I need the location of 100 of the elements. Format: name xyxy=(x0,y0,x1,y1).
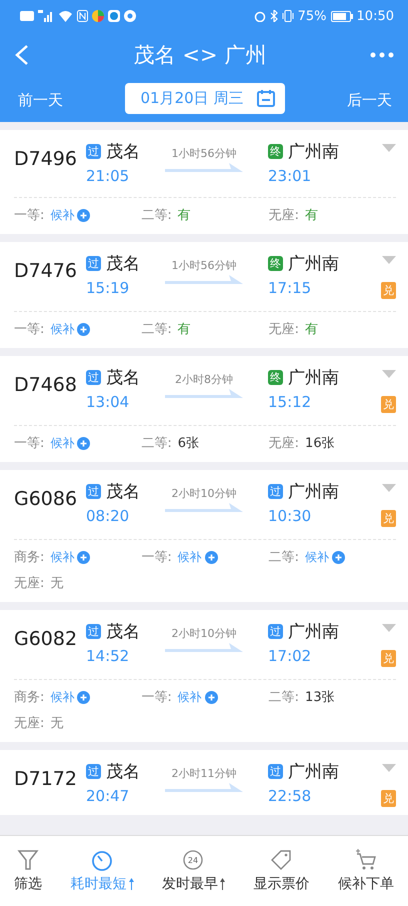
arrival-time: 17:02 xyxy=(268,647,312,665)
previous-day-button[interactable]: 前一天 xyxy=(18,90,63,110)
dropdown-icon[interactable] xyxy=(382,624,396,632)
train-card[interactable]: D7476 过 茂名 15:19 1小时56分钟 终 广州南 17:15 兑 一等: 候补 二等: 有 无座: 有 xyxy=(0,242,408,348)
waitlist-link[interactable]: 候补 xyxy=(178,688,202,706)
app-icon xyxy=(108,10,120,22)
sort-tab[interactable]: 耗时最短 xyxy=(70,845,134,897)
station-tag: 过 xyxy=(86,144,101,159)
departure-station: 茂名 xyxy=(106,621,140,643)
dropdown-icon[interactable] xyxy=(382,256,396,264)
sort-tab[interactable]: 24 发时最早 xyxy=(162,845,225,897)
exchange-badge: 兑 xyxy=(381,396,396,413)
alarm-icon xyxy=(254,10,266,22)
waitlist-link[interactable]: 候补 xyxy=(50,320,74,338)
travel-duration: 2小时11分钟 xyxy=(172,766,236,781)
departure-time: 21:05 xyxy=(86,167,130,185)
train-card[interactable]: D7172 过 茂名 20:47 2小时11分钟 过 广州南 22:58 兑 xyxy=(0,750,408,815)
seat-class: 二等: xyxy=(268,549,300,566)
sort-tab[interactable]: 候补下单 xyxy=(338,845,394,897)
add-icon[interactable] xyxy=(77,208,90,222)
arrival-time: 17:15 xyxy=(268,279,312,297)
seat-class: 二等: xyxy=(268,689,300,706)
sort-tab[interactable]: 筛选 xyxy=(14,845,42,897)
calendar-icon[interactable] xyxy=(257,89,276,107)
add-icon[interactable] xyxy=(204,690,218,704)
seat-class: 二等: xyxy=(141,207,172,224)
add-icon[interactable] xyxy=(77,550,90,564)
next-day-button[interactable]: 后一天 xyxy=(346,90,392,110)
seat-class: 一等: xyxy=(141,549,172,566)
arrival-station: 广州南 xyxy=(288,367,339,389)
seat-availability: 无 xyxy=(50,715,64,732)
departure-station: 茂名 xyxy=(106,481,140,503)
station-tag: 终 xyxy=(268,144,283,159)
seat-class: 无座: xyxy=(14,575,44,592)
signal-icon xyxy=(38,10,54,22)
seat-class: 一等: xyxy=(14,435,44,452)
waitlist-link[interactable]: 候补 xyxy=(178,548,202,566)
train-card[interactable]: D7468 过 茂名 13:04 2小时8分钟 终 广州南 15:12 兑 一等: 候补 二等: 6张 无座: 16张 xyxy=(0,356,408,462)
waitlist-link[interactable]: 候补 xyxy=(50,548,74,566)
train-number: D7468 xyxy=(14,373,78,396)
arrival-station: 广州南 xyxy=(288,481,339,503)
seat-class: 商务: xyxy=(14,689,44,706)
seat-class: 一等: xyxy=(14,207,44,224)
add-icon[interactable] xyxy=(77,322,90,336)
waitlist-link[interactable]: 候补 xyxy=(50,206,74,224)
waitlist-link[interactable]: 候补 xyxy=(50,434,74,452)
hd-icon xyxy=(20,11,34,21)
seat-class: 无座: xyxy=(268,435,300,452)
train-card[interactable]: D7496 过 茂名 21:05 1小时56分钟 终 广州南 23:01 一等: 候补 二等: 有 无座: 有 xyxy=(0,130,408,234)
arrival-station: 广州南 xyxy=(288,621,339,643)
dropdown-icon[interactable] xyxy=(382,764,396,772)
arrival-station: 广州南 xyxy=(288,253,339,275)
departure-station: 茂名 xyxy=(106,253,140,275)
more-icon[interactable] xyxy=(370,52,394,58)
seat-class: 一等: xyxy=(14,321,44,338)
battery-icon xyxy=(330,10,353,22)
nfc-icon xyxy=(77,10,88,22)
wifi-icon xyxy=(58,10,73,22)
waitlist-link[interactable]: 候补 xyxy=(305,548,330,566)
add-icon[interactable] xyxy=(77,690,90,704)
seat-availability: 13张 xyxy=(305,689,335,706)
departure-station: 茂名 xyxy=(106,141,140,163)
waitlist-link[interactable]: 候补 xyxy=(50,688,74,706)
travel-duration: 2小时10分钟 xyxy=(172,486,236,501)
train-card[interactable]: G6086 过 茂名 08:20 2小时10分钟 过 广州南 10:30 兑 商务: 候补 一等: 候补 二等: 候补 无座: 无 xyxy=(0,470,408,602)
departure-time: 14:52 xyxy=(86,647,130,665)
departure-time: 15:19 xyxy=(86,279,130,297)
station-tag: 终 xyxy=(268,256,283,271)
date-picker[interactable]: 01月20日 周三 xyxy=(124,82,286,114)
seat-class: 无座: xyxy=(268,321,300,338)
travel-duration: 1小时56分钟 xyxy=(172,258,236,273)
add-icon[interactable] xyxy=(77,436,90,450)
back-icon[interactable] xyxy=(14,44,30,66)
train-number: G6082 xyxy=(14,627,78,650)
arrow-icon xyxy=(165,783,243,793)
add-icon[interactable] xyxy=(204,550,218,564)
cart-icon xyxy=(354,849,377,871)
departure-time: 13:04 xyxy=(86,393,130,411)
departure-time: 08:20 xyxy=(86,507,130,525)
seat-class: 一等: xyxy=(141,689,172,706)
sort-tab[interactable]: 显示票价 xyxy=(253,845,310,897)
clock-icon: 24 xyxy=(182,849,204,871)
arrival-station: 广州南 xyxy=(288,141,339,163)
train-card[interactable]: G6082 过 茂名 14:52 2小时10分钟 过 广州南 17:02 兑 商务: 候补 一等: 候补 二等: 13张 无座: 无 xyxy=(0,610,408,742)
dropdown-icon[interactable] xyxy=(382,370,396,378)
add-icon[interactable] xyxy=(332,550,346,564)
arrow-icon xyxy=(165,643,243,653)
dropdown-icon[interactable] xyxy=(382,144,396,152)
dropdown-icon[interactable] xyxy=(382,484,396,492)
arrow-icon xyxy=(165,163,243,173)
seat-availability: 有 xyxy=(305,207,318,224)
app-icon xyxy=(124,10,136,22)
seat-class: 无座: xyxy=(268,207,300,224)
station-tag: 过 xyxy=(86,624,101,639)
arrival-time: 10:30 xyxy=(268,507,312,525)
station-tag: 过 xyxy=(86,764,101,779)
departure-time: 20:47 xyxy=(86,787,130,805)
station-tag: 过 xyxy=(86,484,101,499)
exchange-badge: 兑 xyxy=(381,650,396,667)
vibrate-icon xyxy=(282,10,294,22)
